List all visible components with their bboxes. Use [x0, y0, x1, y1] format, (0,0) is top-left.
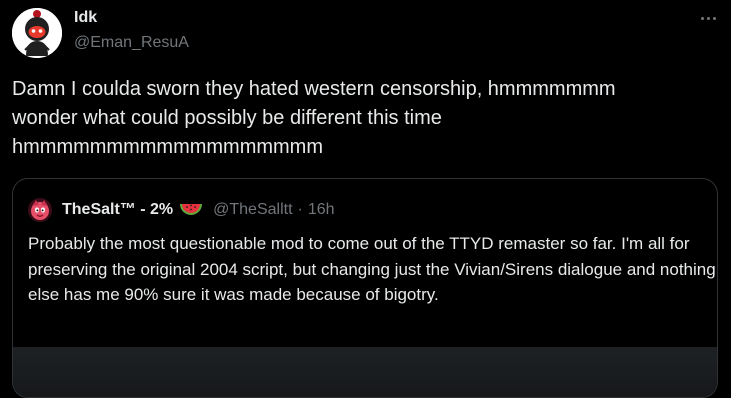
quote-media-preview[interactable]	[13, 347, 717, 397]
ninja-avatar-icon	[12, 8, 62, 58]
more-dots-icon	[712, 16, 716, 20]
quote-author-display-name[interactable]: TheSalt™ - 2%	[62, 201, 173, 219]
pink-character-avatar-icon	[28, 198, 52, 222]
more-dots-icon	[700, 16, 704, 20]
quote-author-avatar[interactable]	[28, 198, 52, 222]
watermelon-icon	[180, 204, 203, 215]
quote-timestamp[interactable]: 16h	[308, 201, 335, 219]
more-options-button[interactable]	[690, 6, 726, 30]
quote-text: Probably the most questionable mod to co…	[28, 234, 716, 304]
author-display-name[interactable]: Idk	[74, 9, 97, 27]
quoted-tweet-card[interactable]: TheSalt™ - 2% @TheSalltt · 16h Probably …	[12, 178, 718, 398]
tweet-text: Damn I coulda sworn they hated western c…	[12, 78, 616, 158]
quote-header: TheSalt™ - 2% @TheSalltt · 16h	[62, 199, 335, 221]
more-dots-icon	[706, 16, 710, 20]
quote-author-handle[interactable]: @TheSalltt	[213, 201, 292, 219]
quote-separator: ·	[297, 201, 303, 218]
author-avatar[interactable]	[12, 8, 62, 58]
author-handle[interactable]: @Eman_ResuA	[74, 34, 189, 52]
